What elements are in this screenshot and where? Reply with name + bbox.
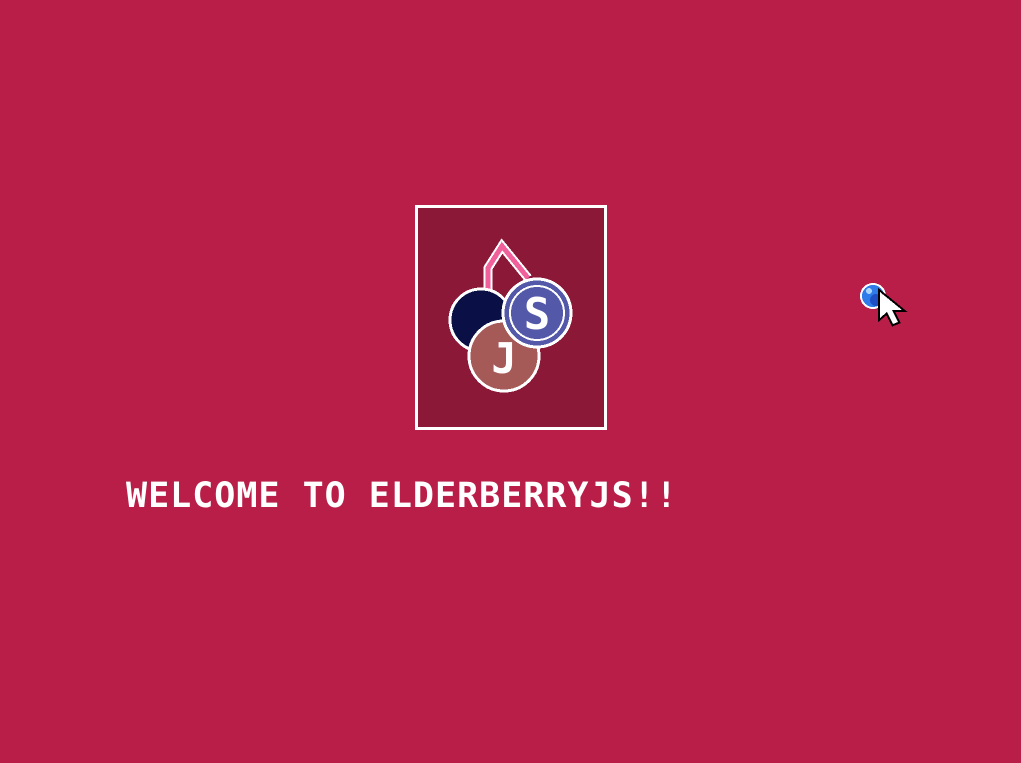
- welcome-title: WELCOME TO ELDERBERRYJS!!: [126, 476, 678, 516]
- letter-j: J: [491, 334, 516, 383]
- elderberryjs-logo: J S: [415, 205, 607, 430]
- title-screen: J S WELCOME TO ELDERBERRYJS!!: [0, 0, 1021, 763]
- blueberry-highlight: [866, 288, 872, 294]
- cherry-logo-icon: J S: [448, 238, 573, 393]
- letter-s: S: [524, 289, 551, 340]
- cursor-icon: [860, 283, 908, 327]
